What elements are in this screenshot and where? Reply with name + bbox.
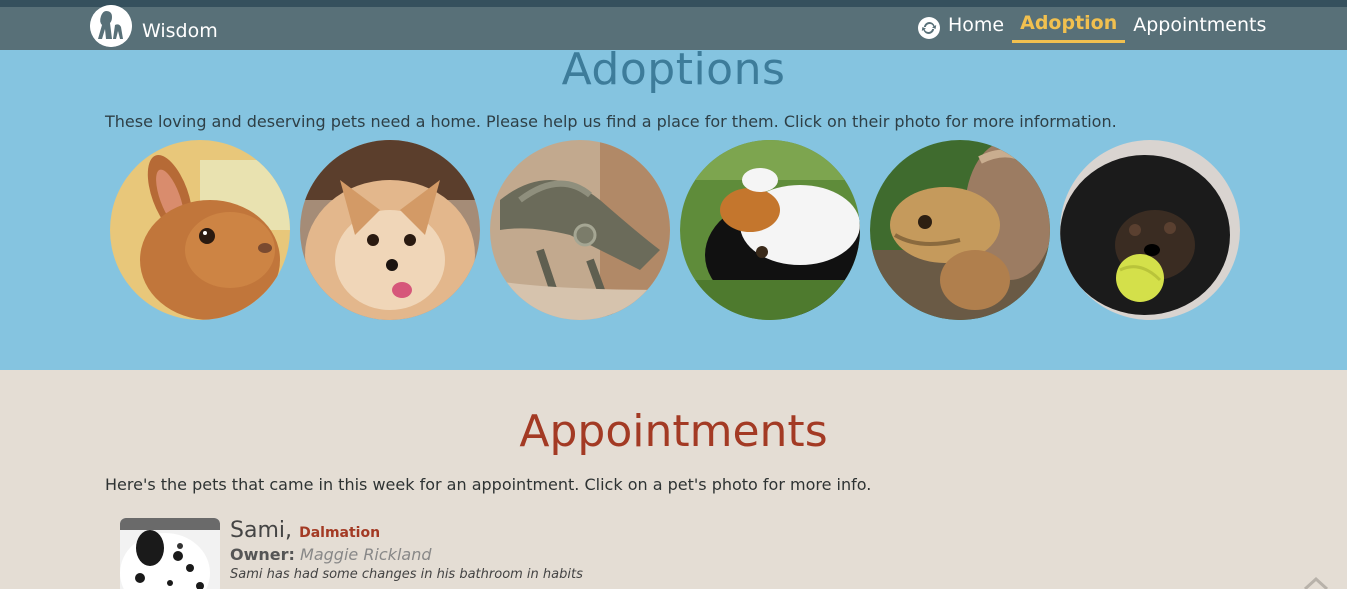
owner-name: Maggie Rickland <box>300 545 432 564</box>
pet-photo-guinea-pig[interactable] <box>680 140 860 320</box>
nav-adoption[interactable]: Adoption <box>1012 12 1126 43</box>
appointment-owner: Owner: Maggie Rickland <box>230 545 750 564</box>
pet-photo-terrier[interactable] <box>1060 140 1240 320</box>
pet-photo-tortoise[interactable] <box>870 140 1050 320</box>
brand-logo-icon <box>90 4 132 47</box>
brand-name: Wisdom <box>142 19 218 42</box>
appointments-intro: Here's the pets that came in this week f… <box>105 475 872 494</box>
nav-home[interactable]: Home <box>948 14 1012 42</box>
owner-label: Owner: <box>230 545 295 564</box>
pet-photo-pomeranian[interactable] <box>300 140 480 320</box>
pet-gallery <box>110 140 1250 320</box>
appointment-pet-breed: Dalmation <box>299 525 381 541</box>
adoptions-title: Adoptions <box>561 44 786 95</box>
appointment-note: Sami has had some changes in his bathroo… <box>230 567 583 582</box>
appointment-info: Sami, Dalmation Owner: Maggie Rickland S… <box>230 518 750 582</box>
appointment-pet-photo[interactable] <box>120 518 220 589</box>
adoptions-section: Adoptions These loving and deserving pet… <box>0 44 1347 370</box>
appointment-pet-name: Sami, <box>230 518 292 543</box>
pet-photo-iguana[interactable] <box>490 140 670 320</box>
adoptions-intro: These loving and deserving pets need a h… <box>105 112 1117 131</box>
appointments-section: Appointments Here's the pets that came i… <box>0 370 1347 589</box>
refresh-icon[interactable] <box>918 16 940 39</box>
appointments-title: Appointments <box>519 406 828 457</box>
pet-photo-rabbit[interactable] <box>110 140 290 320</box>
scroll-to-top-icon[interactable] <box>1303 575 1329 589</box>
top-strip <box>0 0 1347 7</box>
nav-appointments[interactable]: Appointments <box>1125 14 1274 42</box>
